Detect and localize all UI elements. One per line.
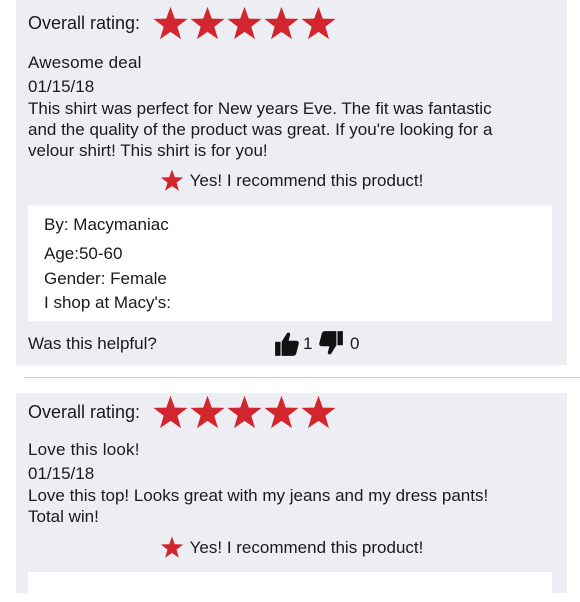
review-body-line: This shirt was perfect for New years Eve… — [28, 99, 492, 118]
review-title: Awesome deal — [28, 53, 142, 72]
thumbs-down-count: 0 — [350, 334, 360, 353]
recommend-star-icon — [160, 536, 184, 559]
review-card: Overall rating: Love this look! 01/15/18… — [16, 393, 567, 602]
reviewer-age: Age:50-60 — [44, 244, 123, 263]
star-icon — [263, 395, 300, 430]
star-icon — [152, 395, 189, 430]
star-icon — [263, 6, 300, 41]
review-date: 01/15/18 — [28, 77, 95, 96]
divider — [24, 377, 580, 378]
thumbs-down-icon[interactable] — [318, 329, 344, 356]
overall-rating-row: Overall rating: — [28, 395, 337, 430]
review-body-line: and the quality of the product was great… — [28, 120, 493, 139]
review-date: 01/15/18 — [28, 464, 95, 483]
star-icon — [189, 395, 226, 430]
overall-rating-label: Overall rating: — [28, 402, 141, 422]
thumbs-up-icon[interactable] — [274, 331, 300, 358]
review-body-line: Total win! — [28, 507, 99, 526]
review-body-line: Love this top! Looks great with my jeans… — [28, 486, 489, 505]
reviewer-name: By: Macymaniac — [44, 215, 169, 234]
rating-stars — [152, 6, 337, 41]
overall-rating-row: Overall rating: — [28, 6, 337, 41]
reviewer-info — [28, 572, 552, 602]
overall-rating-label: Overall rating: — [28, 13, 141, 33]
thumbs-up-count: 1 — [303, 334, 313, 353]
recommend-star-icon — [160, 169, 184, 192]
star-icon — [300, 395, 337, 430]
helpful-label: Was this helpful? — [28, 334, 157, 353]
recommend-row: Yes! I recommend this product! — [16, 536, 567, 559]
review-card: Overall rating: Awesome deal 01/15/18 Th… — [16, 0, 567, 365]
star-icon — [226, 6, 263, 41]
recommend-text: Yes! I recommend this product! — [189, 537, 424, 557]
rating-stars — [152, 395, 337, 430]
star-icon — [226, 395, 263, 430]
review-body: Love this top! Looks great with my jeans… — [28, 485, 555, 527]
reviewer-shop: I shop at Macy's: — [44, 293, 172, 312]
reviewer-gender: Gender: Female — [44, 269, 167, 288]
recommend-text: Yes! I recommend this product! — [189, 170, 424, 190]
reviewer-info: By: Macymaniac Age:50-60 Gender: Female … — [28, 205, 552, 321]
review-body: This shirt was perfect for New years Eve… — [28, 98, 555, 161]
review-title: Love this look! — [28, 440, 140, 459]
star-icon — [189, 6, 226, 41]
recommend-row: Yes! I recommend this product! — [16, 169, 567, 192]
review-body-line: velour shirt! This shirt is for you! — [28, 141, 268, 160]
star-icon — [152, 6, 189, 41]
star-icon — [300, 6, 337, 41]
